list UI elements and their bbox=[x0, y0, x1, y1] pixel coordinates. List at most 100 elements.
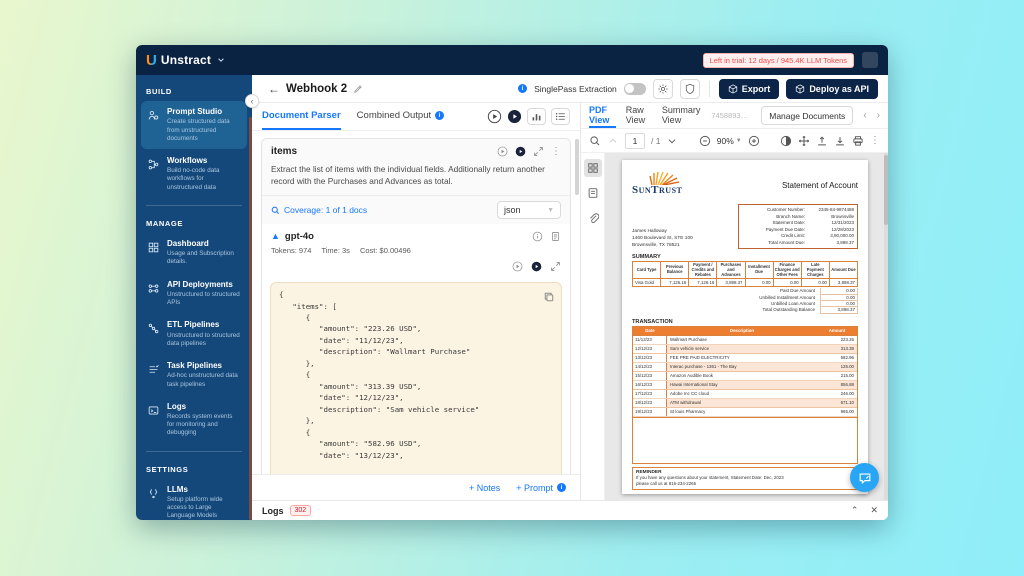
llm-logo-icon: ▲ bbox=[271, 231, 280, 242]
prompt-menu-icon[interactable]: ⋮ bbox=[551, 146, 561, 157]
chevron-down-icon: ▼ bbox=[547, 206, 554, 214]
analytics-icon[interactable] bbox=[527, 108, 546, 125]
print-icon[interactable] bbox=[852, 135, 864, 147]
suntrust-wordmark: SunTrust bbox=[632, 184, 683, 196]
upload-icon[interactable] bbox=[816, 135, 828, 147]
pdf-tabs: PDF View Raw View Summary View bbox=[589, 103, 701, 128]
download-icon[interactable] bbox=[834, 135, 846, 147]
trans-col-date: Date bbox=[645, 328, 655, 334]
contrast-icon[interactable] bbox=[780, 135, 792, 147]
reminder-line: please call us at 816-234-2265 bbox=[636, 480, 697, 486]
prev-doc-icon[interactable]: ‹ bbox=[863, 110, 866, 121]
run-all-filled-icon[interactable] bbox=[507, 109, 522, 124]
sidebar-collapse-button[interactable]: ‹ bbox=[245, 94, 259, 108]
next-doc-icon[interactable]: › bbox=[877, 110, 880, 121]
pdf-canvas[interactable]: SunTrust Statement of Account James Hall… bbox=[605, 153, 888, 500]
manage-documents-button[interactable]: Manage Documents bbox=[761, 106, 854, 125]
pdf-tab-summary-view[interactable]: Summary View bbox=[662, 103, 702, 128]
brand-menu-chevron-icon[interactable] bbox=[217, 56, 225, 64]
trans-col-amount: Amount bbox=[828, 328, 846, 334]
logs-bar[interactable]: Logs 302 ⌃ ✕ bbox=[252, 500, 888, 520]
llm-info-icon[interactable] bbox=[532, 231, 543, 242]
sidebar-item-llms[interactable]: LLMs Setup platform wide access to Large … bbox=[141, 479, 247, 520]
summary-col-header: Amount Due bbox=[828, 261, 859, 280]
sidebar-item-api-deployments[interactable]: API Deployments Unstructured to structure… bbox=[141, 274, 247, 314]
output-type-select[interactable]: json ▼ bbox=[497, 201, 561, 220]
pdf-tab-pdf-view[interactable]: PDF View bbox=[589, 103, 616, 128]
attachment-icon[interactable] bbox=[584, 209, 602, 227]
llm-log-icon[interactable] bbox=[550, 231, 561, 242]
zoom-value: 90% bbox=[716, 135, 734, 146]
logs-label: Logs bbox=[262, 505, 284, 516]
user-avatar[interactable] bbox=[862, 52, 878, 68]
zoom-in-icon[interactable] bbox=[748, 135, 760, 147]
account-info-box: Customer Number: 2345-84-9874488 Branch Na… bbox=[738, 204, 858, 250]
prompt-studio-icon bbox=[148, 108, 161, 126]
page-up-icon[interactable] bbox=[607, 135, 619, 147]
sidebar-item-etl-pipelines[interactable]: ETL Pipelines Unstructured to structured … bbox=[141, 314, 247, 354]
tab-combined-output[interactable]: Combined Output i bbox=[357, 103, 445, 130]
settings-button[interactable] bbox=[652, 78, 673, 99]
sidebar-item-title: Dashboard bbox=[167, 238, 209, 248]
logs-count-badge: 302 bbox=[289, 505, 312, 516]
transaction-description: FEE PRE PAID ELECTRICITY bbox=[670, 355, 730, 361]
sidebar-item-logs[interactable]: Logs Records system events for monitoring… bbox=[141, 396, 247, 444]
sidebar-item-prompt-studio[interactable]: Prompt Studio Create structured data from… bbox=[141, 101, 247, 149]
edit-title-icon[interactable] bbox=[353, 84, 363, 94]
customer-address-block: James Halloway 1460 Boulevard St, STE 100… bbox=[632, 228, 693, 250]
logs-close-icon[interactable]: ✕ bbox=[870, 506, 878, 515]
zoom-level-select[interactable]: 90% ▼ bbox=[717, 136, 742, 146]
outline-icon[interactable] bbox=[584, 184, 602, 202]
back-icon[interactable]: ← bbox=[268, 83, 280, 95]
summary-total-row: Total Outstanding Balance 3,898.37 bbox=[632, 307, 858, 314]
pdf-scrollbar[interactable] bbox=[884, 153, 888, 500]
expand-prompt-icon[interactable] bbox=[533, 146, 544, 157]
prompt-description: Extract the list of items with the indiv… bbox=[271, 164, 545, 187]
list-view-icon[interactable] bbox=[551, 108, 570, 125]
transaction-row: 15/12/23 Amazon Audible Book 215.00 bbox=[633, 371, 857, 381]
parser-scrollbar[interactable] bbox=[575, 139, 579, 195]
add-prompt-button[interactable]: + Prompt i bbox=[516, 483, 566, 493]
thumbnails-icon[interactable] bbox=[583, 159, 602, 177]
sidebar-item-dashboard[interactable]: Dashboard Usage and Subscription details. bbox=[141, 233, 247, 273]
run-output-icon[interactable] bbox=[512, 261, 523, 272]
sidebar-item-workflows[interactable]: Workflows Build no-code data workflows fo… bbox=[141, 150, 247, 198]
json-output-box[interactable]: { "items": [ { "amount": "223.26 USD", "… bbox=[270, 282, 562, 474]
llm-cost: Cost: $0.00496 bbox=[359, 246, 411, 256]
deploy-api-button[interactable]: Deploy as API bbox=[786, 78, 878, 99]
sidebar-item-title: LLMs bbox=[167, 484, 188, 494]
copy-icon[interactable] bbox=[544, 289, 554, 307]
page-down-icon[interactable] bbox=[666, 135, 678, 147]
page-number-input[interactable]: 1 bbox=[625, 132, 645, 149]
singlepass-toggle[interactable] bbox=[623, 82, 646, 95]
pan-icon[interactable] bbox=[798, 135, 810, 147]
coverage-link[interactable]: Coverage: 1 of 1 docs bbox=[271, 205, 367, 215]
zoom-out-icon[interactable] bbox=[699, 135, 711, 147]
run-prompt-icon[interactable] bbox=[497, 146, 508, 157]
sidebar-item-title: Prompt Studio bbox=[167, 107, 223, 116]
document-parser-panel: Document Parser Combined Output i items … bbox=[252, 103, 581, 500]
singlepass-info-icon[interactable]: i bbox=[518, 84, 528, 93]
llm-tokens: Tokens: 974 bbox=[271, 246, 312, 256]
run-all-icon[interactable] bbox=[487, 109, 502, 124]
run-output-filled-icon[interactable] bbox=[531, 261, 542, 272]
search-icon[interactable] bbox=[589, 135, 601, 147]
total-label: Total Outstanding Balance bbox=[762, 307, 815, 313]
sidebar-item-title: API Deployments bbox=[167, 279, 233, 289]
transaction-date: 18/12/23 bbox=[633, 398, 667, 407]
add-notes-button[interactable]: + Notes bbox=[469, 483, 500, 493]
pdf-more-icon[interactable]: ⋮ bbox=[870, 135, 880, 146]
expand-output-icon[interactable] bbox=[550, 261, 561, 272]
transaction-date: 19/12/23 bbox=[633, 407, 667, 416]
total-value: 3,898.37 bbox=[820, 307, 858, 314]
logs-expand-icon[interactable]: ⌃ bbox=[851, 506, 859, 515]
run-prompt-filled-icon[interactable] bbox=[515, 146, 526, 157]
transaction-section-title: TRANSACTION bbox=[632, 318, 673, 325]
shield-button[interactable] bbox=[679, 78, 700, 99]
chat-fab-button[interactable] bbox=[850, 463, 879, 492]
pdf-tab-raw-view[interactable]: Raw View bbox=[626, 103, 652, 128]
transaction-description: Hawai International Stay bbox=[670, 382, 718, 388]
tab-document-parser[interactable]: Document Parser bbox=[262, 103, 341, 130]
sidebar-item-task-pipelines[interactable]: Task Pipelines Ad-hoc unstructured data t… bbox=[141, 355, 247, 395]
export-button[interactable]: Export bbox=[718, 78, 780, 99]
